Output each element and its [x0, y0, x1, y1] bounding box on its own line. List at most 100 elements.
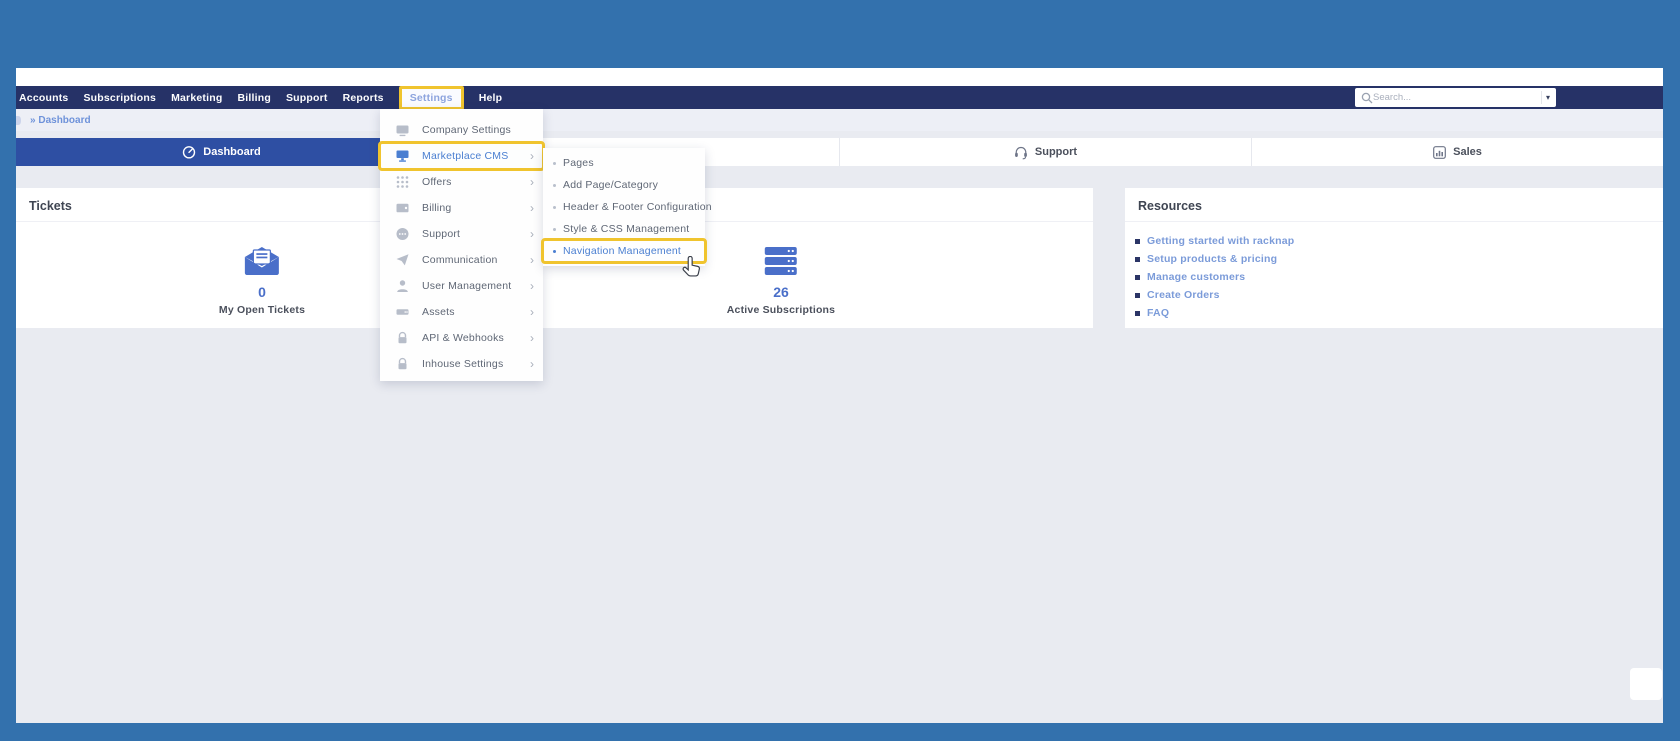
sales-chart-icon	[1433, 146, 1446, 159]
monitor-icon	[396, 149, 409, 163]
bullet-icon	[553, 206, 556, 209]
breadcrumb-current[interactable]: Dashboard	[38, 115, 90, 126]
menu-item-label: Offers	[422, 176, 530, 188]
open-mail-icon	[244, 246, 280, 276]
menu-item-company-settings[interactable]: Company Settings	[380, 117, 543, 143]
resource-link-label: Manage customers	[1147, 271, 1245, 283]
tab-dashboard[interactable]: Dashboard	[16, 138, 428, 166]
resource-link-label: Getting started with racknap	[1147, 235, 1294, 247]
bullet-icon	[553, 250, 556, 253]
menu-item-user-management[interactable]: User Management ›	[380, 273, 543, 299]
grid-icon	[396, 175, 409, 189]
chat-icon	[396, 227, 409, 241]
nav-item-help[interactable]: Help	[479, 92, 503, 104]
submenu-item-style-css-management[interactable]: Style & CSS Management	[543, 218, 705, 240]
submenu-item-label: Header & Footer Configuration	[563, 201, 712, 213]
app-top-strip	[16, 68, 1663, 86]
submenu-item-label: Style & CSS Management	[563, 223, 689, 235]
chevron-right-icon: ›	[530, 254, 534, 266]
menu-item-communication[interactable]: Communication ›	[380, 247, 543, 273]
submenu-item-navigation-management[interactable]: Navigation Management	[543, 240, 705, 262]
chevron-right-icon: ›	[530, 280, 534, 292]
server-icon	[396, 305, 409, 319]
card-icon	[396, 123, 409, 137]
menu-item-label: Inhouse Settings	[422, 358, 530, 370]
send-icon	[396, 253, 409, 267]
main-navbar: Accounts Subscriptions Marketing Billing…	[16, 86, 1663, 109]
search-icon	[1361, 92, 1373, 104]
nav-item-marketing[interactable]: Marketing	[171, 92, 222, 104]
active-subscriptions-label: Active Subscriptions	[727, 304, 835, 316]
stat-active-subscriptions[interactable]: 26 Active Subscriptions	[727, 246, 835, 316]
menu-item-billing[interactable]: Billing ›	[380, 195, 543, 221]
nav-item-billing[interactable]: Billing	[237, 92, 270, 104]
chevron-right-icon: ›	[530, 306, 534, 318]
menu-item-marketplace-cms[interactable]: Marketplace CMS ›	[380, 143, 543, 169]
breadcrumb-separator: »	[30, 115, 36, 126]
resource-link-label: FAQ	[1147, 307, 1169, 319]
nav-item-accounts[interactable]: Accounts	[19, 92, 68, 104]
bullet-icon	[1135, 293, 1140, 298]
menu-item-api-webhooks[interactable]: API & Webhooks ›	[380, 325, 543, 351]
corner-widget[interactable]	[1630, 668, 1662, 700]
nav-item-subscriptions[interactable]: Subscriptions	[83, 92, 156, 104]
submenu-item-header-footer-configuration[interactable]: Header & Footer Configuration	[543, 196, 705, 218]
chevron-right-icon: ›	[530, 358, 534, 370]
menu-item-offers[interactable]: Offers ›	[380, 169, 543, 195]
bullet-icon	[553, 228, 556, 231]
menu-item-label: Marketplace CMS	[422, 150, 530, 162]
nav-item-reports[interactable]: Reports	[343, 92, 384, 104]
chevron-right-icon: ›	[530, 332, 534, 344]
stat-my-open-tickets[interactable]: 0 My Open Tickets	[219, 246, 305, 316]
submenu-item-pages[interactable]: Pages	[543, 152, 705, 174]
submenu-item-label: Pages	[563, 157, 594, 169]
chevron-right-icon: ›	[530, 228, 534, 240]
breadcrumb: » Dashboard	[16, 109, 1663, 131]
menu-item-label: Support	[422, 228, 530, 240]
server-stack-icon	[764, 246, 798, 276]
dashboard-icon	[182, 145, 196, 159]
search-caret-icon[interactable]: ▾	[1546, 93, 1556, 102]
nav-item-settings[interactable]: Settings	[399, 86, 464, 110]
user-icon	[396, 279, 409, 293]
resource-link-create-orders[interactable]: Create Orders	[1135, 286, 1663, 304]
bullet-icon	[1135, 275, 1140, 280]
tab-support[interactable]: Support	[840, 138, 1252, 166]
bullet-icon	[553, 184, 556, 187]
chevron-right-icon: ›	[530, 202, 534, 214]
bullet-icon	[553, 162, 556, 165]
dashboard-tabs: Dashboard Support Sales	[16, 138, 1663, 166]
chevron-right-icon: ›	[530, 150, 534, 162]
nav-item-support[interactable]: Support	[286, 92, 328, 104]
bullet-icon	[1135, 311, 1140, 316]
menu-item-label: Billing	[422, 202, 530, 214]
menu-item-label: API & Webhooks	[422, 332, 530, 344]
tab-sales-label: Sales	[1453, 146, 1482, 158]
resource-link-setup-products[interactable]: Setup products & pricing	[1135, 250, 1663, 268]
submenu-item-add-page-category[interactable]: Add Page/Category	[543, 174, 705, 196]
menu-item-label: Company Settings	[422, 124, 534, 136]
bullet-icon	[1135, 257, 1140, 262]
breadcrumb-page-icon	[16, 115, 22, 126]
resource-link-label: Setup products & pricing	[1147, 253, 1277, 265]
marketplace-cms-submenu: Pages Add Page/Category Header & Footer …	[543, 148, 705, 266]
resource-link-getting-started[interactable]: Getting started with racknap	[1135, 232, 1663, 250]
search-divider	[1541, 91, 1542, 104]
menu-item-support[interactable]: Support ›	[380, 221, 543, 247]
app-window: Accounts Subscriptions Marketing Billing…	[16, 68, 1663, 723]
resource-link-faq[interactable]: FAQ	[1135, 304, 1663, 322]
menu-item-label: Communication	[422, 254, 530, 266]
search-input[interactable]	[1373, 92, 1537, 103]
menu-item-assets[interactable]: Assets ›	[380, 299, 543, 325]
tab-dashboard-label: Dashboard	[203, 146, 260, 158]
tab-sales[interactable]: Sales	[1252, 138, 1663, 166]
menu-item-inhouse-settings[interactable]: Inhouse Settings ›	[380, 351, 543, 377]
submenu-item-label: Add Page/Category	[563, 179, 658, 191]
resource-link-manage-customers[interactable]: Manage customers	[1135, 268, 1663, 286]
lock-icon	[396, 331, 409, 345]
menu-item-label: Assets	[422, 306, 530, 318]
bullet-icon	[1135, 239, 1140, 244]
lock-icon	[396, 357, 409, 371]
menu-item-label: User Management	[422, 280, 530, 292]
search-bar[interactable]: ▾	[1355, 88, 1556, 107]
